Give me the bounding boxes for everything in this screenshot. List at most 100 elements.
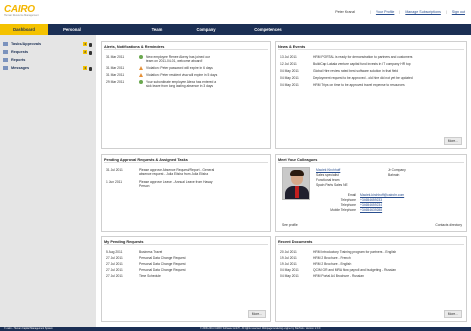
colleague-phone-field: Telephone +34654659233: [326, 198, 382, 202]
tab-dashboard[interactable]: Dashboard: [0, 24, 48, 35]
news-row[interactable]: 04 May 2011 Global Hire review rated best…: [280, 69, 398, 73]
approval-row-continued: absence request - Julia Elisha from Juli…: [139, 172, 208, 176]
alert-date: 31 Mar 2011: [106, 66, 125, 70]
field-label: Mobile Telephone: [330, 208, 356, 212]
alert-date: 31 Mar 2011: [106, 73, 125, 77]
documents-more-button[interactable]: More...: [443, 310, 462, 318]
manage-subscriptions-link[interactable]: Manage Subscriptions: [405, 10, 441, 14]
sidebar-item-messages[interactable]: Messages 4: [3, 65, 93, 72]
current-user: Peter Kranzl: [335, 10, 356, 14]
document-title: QCIM GR and MRA flow payroll and budgeti…: [313, 268, 397, 272]
sidebar: Tasks/Approvals 4 Requests 2 Reports Mes…: [0, 35, 96, 327]
count-badge: 4: [83, 42, 87, 46]
lock-icon: [89, 66, 92, 71]
count-badge: 4: [83, 66, 87, 70]
alert-date: 29 Mar 2011: [106, 80, 125, 84]
sidebar-item-label: Messages: [11, 66, 30, 70]
sign-out-link[interactable]: Sign out: [452, 10, 465, 14]
requests-more-button[interactable]: More...: [247, 310, 266, 318]
tab-company[interactable]: Company: [178, 24, 234, 35]
document-date: 04 May 2011: [280, 268, 299, 272]
footer: © cairo - Human Capital Management Syste…: [0, 327, 471, 331]
panel-title: My Pending Requests: [104, 239, 268, 245]
request-row[interactable]: 27 Jul 2011 Personal Data Change Request: [106, 256, 186, 260]
colleague-name[interactable]: Maciek Kirchhoff: [316, 168, 340, 172]
alert-text: Violation: Peter password will expire in…: [146, 66, 213, 70]
top-bar: CAIRO Human Resource Management Peter Kr…: [0, 0, 471, 20]
see-profile-link[interactable]: See profile: [282, 223, 298, 227]
approval-date: 31 Jul 2011: [106, 168, 123, 172]
sidebar-item-label: Requests: [11, 50, 29, 54]
mobile-link[interactable]: +34654639288: [360, 208, 382, 212]
document-row[interactable]: 20 Jul 2011 HRM Introductory Training pro…: [280, 250, 396, 254]
request-text: Time Schedule: [139, 274, 161, 278]
lock-icon: [89, 42, 92, 47]
document-row[interactable]: 19 Jul 2011 HRM 2 Brochure - English: [280, 262, 351, 266]
news-row[interactable]: 04 May 2011 Deployment request to be appr…: [280, 76, 413, 80]
contacts-directory-link[interactable]: Contacts directory: [435, 223, 462, 227]
reports-icon: [3, 58, 8, 62]
news-date: 12 Jul 2011: [280, 62, 297, 66]
alert-text: Violation: Peter resident visa will expi…: [146, 73, 218, 77]
lock-icon: [89, 50, 92, 55]
tab-personal[interactable]: Personal: [48, 24, 96, 35]
colleague-dept: Functional team: [316, 178, 340, 182]
news-date: 13 Jul 2011: [280, 55, 297, 59]
tab-team[interactable]: Team: [132, 24, 182, 35]
request-text: Personal Data Change Request: [139, 262, 186, 266]
separator: |: [399, 10, 401, 14]
document-row[interactable]: 04 May 2011 HRM Portal A4 Brochure - Russ…: [280, 274, 364, 278]
alert-row-continued: team on 2011-04-01, welcome aboard!: [146, 59, 202, 63]
phone-link[interactable]: +34654659233: [360, 198, 382, 202]
news-row[interactable]: 13 Jul 2011 HRM PORTAL is ready for demon…: [280, 55, 412, 59]
request-row[interactable]: 27 Jul 2011 Time Schedule: [106, 274, 161, 278]
company-logo[interactable]: CAIRO Human Resource Management: [4, 5, 44, 18]
count-badge: 2: [83, 50, 87, 54]
request-row[interactable]: 27 Jul 2011 Personal Data Change Request: [106, 268, 186, 272]
sidebar-item-label: Reports: [11, 58, 26, 62]
email-link[interactable]: Maciek.kirchhoff@cairohr.com: [360, 193, 404, 197]
document-row[interactable]: 04 May 2011 QCIM GR and MRA flow payroll …: [280, 268, 396, 272]
request-row[interactable]: 5 Aug 2011 Business Travel: [106, 250, 162, 254]
news-more-button[interactable]: More...: [443, 137, 462, 145]
document-row[interactable]: 19 Jul 2011 HRM 2 Brochure - French: [280, 256, 351, 260]
warning-icon: [139, 73, 143, 78]
request-text: Personal Data Change Request: [139, 256, 186, 260]
sidebar-item-tasks-approvals[interactable]: Tasks/Approvals 4: [3, 41, 93, 48]
request-date: 5 Aug 2011: [106, 250, 123, 254]
tasks-icon: [3, 42, 8, 46]
sidebar-item-reports[interactable]: Reports: [3, 57, 93, 64]
field-label: Telephone: [340, 203, 356, 207]
document-title: HRM 2 Brochure - English: [313, 262, 352, 266]
colleague-name-link[interactable]: Maciek Kirchhoff: [316, 168, 340, 172]
news-row[interactable]: 12 Jul 2011 BuildCap Lakala venture capit…: [280, 62, 411, 66]
news-text: Global Hire review rated best software s…: [313, 69, 399, 73]
news-date: 04 May 2011: [280, 69, 299, 73]
alert-text: sick leave from long lasting absence in …: [146, 84, 214, 88]
separator: |: [445, 10, 447, 14]
tab-competences[interactable]: Competences: [236, 24, 300, 35]
request-row[interactable]: 27 Jul 2011 Personal Data Change Request: [106, 262, 186, 266]
your-profile-link[interactable]: Your Profile: [376, 10, 394, 14]
news-row[interactable]: 04 May 2011 HRM Trips on time to be appro…: [280, 83, 405, 87]
panel-title: Recent Documents: [278, 239, 464, 245]
document-date: 19 Jul 2011: [280, 262, 297, 266]
panel-title: Alerts, Notifications & Reminders: [104, 44, 268, 50]
document-date: 19 Jul 2011: [280, 256, 297, 260]
phone-link[interactable]: +34654659234: [360, 203, 382, 207]
news-text: HRM PORTAL is ready for demonstration to…: [313, 55, 413, 59]
pending-approvals-panel: Pending Approval Requests & Assigned Tas…: [101, 154, 271, 232]
sidebar-item-requests[interactable]: Requests 2: [3, 49, 93, 56]
colleague-email-field: Email Maciek.kirchhoff@cairohr.com: [326, 193, 404, 197]
request-date: 27 Jul 2011: [106, 262, 123, 266]
document-title: HRM Portal A4 Brochure - Russian: [313, 274, 364, 278]
approval-date: 1 Jun 2011: [106, 180, 123, 184]
field-label: Email: [347, 193, 356, 197]
approval-text: Person: [139, 184, 150, 188]
approval-row[interactable]: 1 Jun 2011 Please approve Leave - Annual …: [106, 180, 213, 184]
colleague-location: Spain Parts Sales NE: [316, 183, 348, 187]
alert-row[interactable]: 31 Mar 2011 Violation: Peter password wil…: [106, 66, 213, 71]
alert-row[interactable]: 31 Mar 2011 Violation: Peter resident vis…: [106, 73, 218, 78]
alert-text: team on 2011-04-01, welcome aboard!: [146, 59, 203, 63]
news-panel: News & Events 13 Jul 2011 HRM PORTAL is r…: [275, 41, 467, 149]
